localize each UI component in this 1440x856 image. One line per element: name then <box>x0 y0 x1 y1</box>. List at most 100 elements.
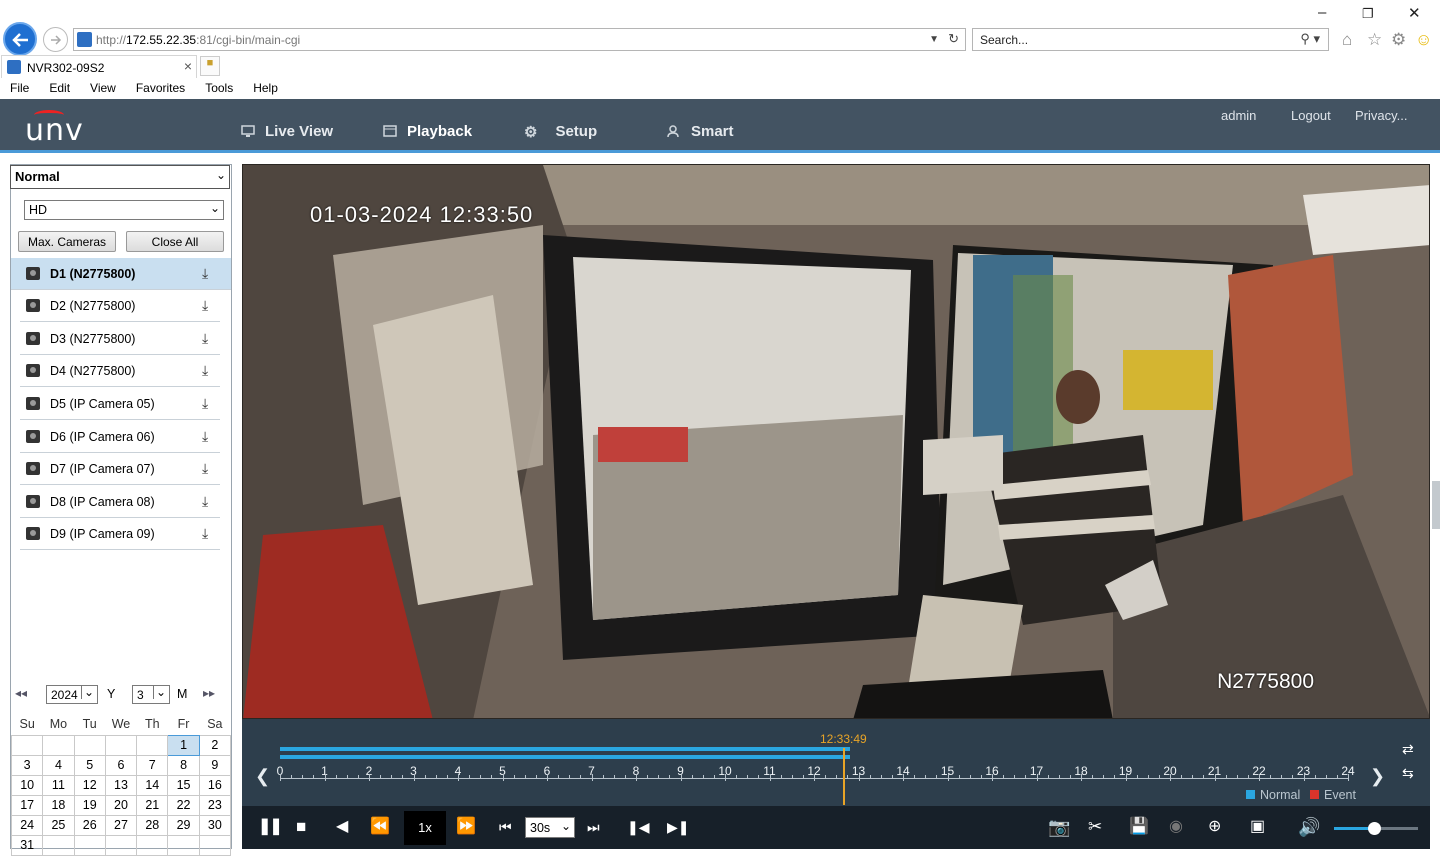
calendar-day[interactable]: 6 <box>104 754 138 776</box>
menu-view[interactable]: View <box>80 79 126 99</box>
pause-button[interactable]: ❚❚ <box>258 817 283 837</box>
next-frame-button[interactable]: ▶❚ <box>667 817 690 837</box>
calendar-day[interactable]: 24 <box>10 814 44 836</box>
camera-item-d5[interactable]: D5 (IP Camera 05) ⤓ <box>20 388 220 420</box>
calendar-day[interactable]: 18 <box>42 794 75 816</box>
download-icon[interactable]: ⤓ <box>202 330 208 347</box>
home-icon[interactable]: ⌂ <box>1342 30 1352 50</box>
nav-setup[interactable]: ⚙ Setup <box>524 99 597 150</box>
reverse-play-button[interactable]: ◀ <box>336 817 348 837</box>
digital-zoom-icon[interactable]: ◉ <box>1169 817 1183 837</box>
calendar-day[interactable]: 21 <box>136 794 169 816</box>
calendar-day[interactable]: 11 <box>42 774 75 796</box>
calendar-day[interactable]: 16 <box>198 774 232 796</box>
nav-playback[interactable]: Playback <box>362 99 502 153</box>
calendar-day[interactable]: 27 <box>104 814 138 836</box>
step-interval-select[interactable]: 30s ⌄ <box>525 817 575 838</box>
volume-icon[interactable]: 🔊 <box>1298 817 1320 837</box>
max-cameras-button[interactable]: Max. Cameras <box>18 231 116 252</box>
stream-select[interactable]: HD ⌄ <box>24 200 224 220</box>
menu-help[interactable]: Help <box>243 79 288 99</box>
search-input[interactable]: Search... <box>980 33 1028 47</box>
back-button[interactable] <box>3 22 37 56</box>
skip-back-button[interactable]: ⏮ <box>499 817 512 837</box>
browser-tab[interactable]: NVR302-09S2 × <box>1 55 197 78</box>
calendar-day[interactable]: 28 <box>136 814 169 836</box>
download-icon[interactable]: ⤓ <box>202 493 208 510</box>
calendar-day[interactable]: 30 <box>198 814 232 836</box>
calendar-day[interactable]: 15 <box>167 774 200 796</box>
calendar-day[interactable]: 22 <box>167 794 200 816</box>
camera-item-d4[interactable]: D4 (N2775800) ⤓ <box>20 355 220 387</box>
calendar-day[interactable]: 20 <box>104 794 138 816</box>
download-icon[interactable]: ⤓ <box>202 525 208 542</box>
clip-icon[interactable]: ✂ <box>1088 817 1102 837</box>
minimize-icon[interactable]: – <box>1318 4 1326 21</box>
speed-up-button[interactable]: ⏩ <box>456 817 476 837</box>
prev-year-icon[interactable]: ◂◂ <box>15 686 27 700</box>
calendar-day[interactable]: 8 <box>167 754 200 776</box>
camera-item-d7[interactable]: D7 (IP Camera 07) ⤓ <box>20 453 220 485</box>
close-all-button[interactable]: Close All <box>126 231 224 252</box>
download-icon[interactable]: ⤓ <box>202 265 208 282</box>
gear-icon[interactable]: ⚙ <box>1391 30 1406 50</box>
mode-select[interactable]: Normal ⌄ <box>10 165 230 189</box>
calendar-day[interactable]: 23 <box>198 794 232 816</box>
calendar-day[interactable]: 4 <box>42 754 75 776</box>
new-tab-button[interactable]: ■ <box>200 56 220 76</box>
calendar-day[interactable]: 26 <box>73 814 106 836</box>
skip-forward-button[interactable]: ⏭ <box>587 817 600 837</box>
calendar-day[interactable]: 25 <box>42 814 75 836</box>
snapshot-icon[interactable]: 📷 <box>1048 817 1070 837</box>
camera-item-d1[interactable]: D1 (N2775800) ⤓ <box>11 258 231 290</box>
nav-live-view[interactable]: Live View <box>241 99 333 150</box>
calendar-day[interactable]: 7 <box>136 754 169 776</box>
year-select[interactable]: 2024 ⌄ <box>46 685 98 704</box>
month-select[interactable]: 3 ⌄ <box>132 685 170 704</box>
logout-link[interactable]: Logout <box>1291 108 1331 123</box>
download-icon[interactable]: ⤓ <box>202 362 208 379</box>
video-player[interactable]: 01-03-2024 12:33:50 N2775800 <box>242 164 1430 719</box>
menu-favorites[interactable]: Favorites <box>126 79 195 99</box>
slow-down-button[interactable]: ⏪ <box>370 817 390 837</box>
chevron-down-icon[interactable]: ▼ <box>929 34 939 45</box>
calendar-day[interactable]: 13 <box>104 774 138 796</box>
forward-button[interactable] <box>43 27 68 52</box>
search-icon[interactable]: ⚲ ▾ <box>1300 31 1320 47</box>
calendar-day[interactable]: 5 <box>73 754 106 776</box>
download-icon[interactable]: ⤓ <box>202 428 208 445</box>
stop-button[interactable]: ■ <box>296 817 306 837</box>
camera-item-d2[interactable]: D2 (N2775800) ⤓ <box>20 290 220 322</box>
calendar-day[interactable]: 31 <box>10 834 44 856</box>
calendar-day[interactable]: 9 <box>198 754 232 776</box>
camera-item-d9[interactable]: D9 (IP Camera 09) ⤓ <box>20 518 220 550</box>
download-icon[interactable]: ⤓ <box>202 460 208 477</box>
menu-file[interactable]: File <box>0 79 39 99</box>
save-clip-icon[interactable]: 💾 <box>1129 817 1149 837</box>
camera-item-d3[interactable]: D3 (N2775800) ⤓ <box>20 323 220 355</box>
menu-edit[interactable]: Edit <box>39 79 80 99</box>
close-window-icon[interactable]: ✕ <box>1408 4 1421 22</box>
side-panel-handle[interactable] <box>1432 481 1440 529</box>
calendar-day[interactable]: 3 <box>10 754 44 776</box>
nav-smart[interactable]: Smart <box>667 99 734 150</box>
calendar-day[interactable]: 1 <box>167 734 200 756</box>
timeline-zoom-out-icon[interactable]: ⇆ <box>1402 765 1414 782</box>
refresh-icon[interactable]: ↻ <box>948 31 959 47</box>
tab-close-icon[interactable]: × <box>184 58 192 74</box>
smiley-feedback-icon[interactable]: ☺ <box>1415 30 1432 50</box>
menu-tools[interactable]: Tools <box>195 79 243 99</box>
calendar-day[interactable]: 17 <box>10 794 44 816</box>
timeline-cursor[interactable] <box>843 748 845 805</box>
camera-item-d6[interactable]: D6 (IP Camera 06) ⤓ <box>20 421 220 453</box>
favorites-star-icon[interactable]: ☆ <box>1367 30 1382 50</box>
timeline-prev-icon[interactable]: ❮ <box>255 766 270 787</box>
camera-item-d8[interactable]: D8 (IP Camera 08) ⤓ <box>20 486 220 518</box>
calendar-day[interactable]: 2 <box>198 734 232 756</box>
next-month-icon[interactable]: ▸▸ <box>203 686 215 700</box>
calendar-day[interactable]: 19 <box>73 794 106 816</box>
calendar-day[interactable]: 10 <box>10 774 44 796</box>
download-icon[interactable]: ⤓ <box>202 297 208 314</box>
calendar-day[interactable]: 12 <box>73 774 106 796</box>
volume-slider[interactable] <box>1334 822 1418 835</box>
